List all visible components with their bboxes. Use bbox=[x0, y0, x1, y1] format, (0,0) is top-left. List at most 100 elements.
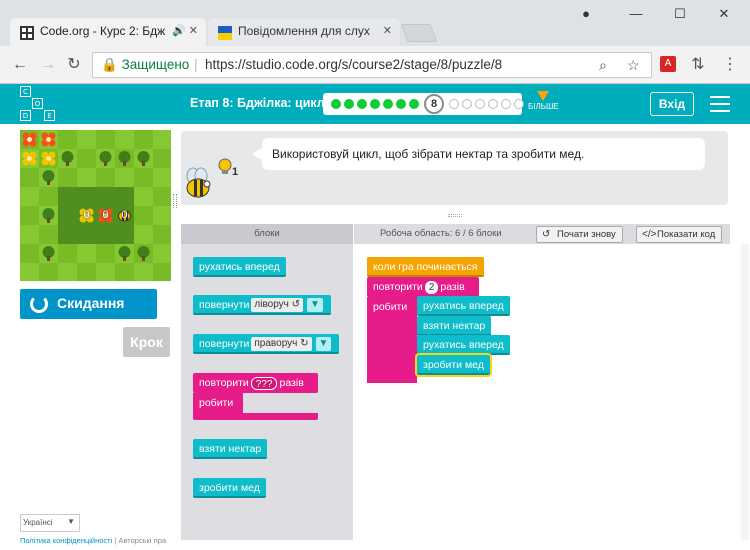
visualization-panel: 000 Скидання Крок Українсі ▼ Політика кон… bbox=[0, 124, 180, 550]
pdf-extension-icon[interactable]: A bbox=[660, 56, 676, 72]
maze-tile-grass bbox=[58, 244, 77, 263]
block-label: разів bbox=[440, 281, 465, 293]
toolbox-turn-left-block[interactable]: повернути ліворуч ↺ ▼ bbox=[193, 295, 331, 315]
direction-dropdown[interactable]: ліворуч ↺ bbox=[251, 298, 304, 313]
browser-tab-strip: Code.org - Курс 2: Бдж 🔊 ✕ Повідомлення … bbox=[0, 0, 750, 46]
dropdown-arrow-icon: ▼ bbox=[67, 517, 75, 526]
copyright-link[interactable]: Авторські пра bbox=[118, 536, 166, 545]
progress-dot-completed[interactable] bbox=[344, 99, 354, 109]
maze-tile-grass bbox=[20, 168, 39, 187]
red-flower-icon bbox=[20, 130, 39, 149]
site-header: C O D E Етап 8: Бджілка: цикли 8 БІЛЬШЕ … bbox=[0, 84, 750, 124]
program-move-forward-block[interactable]: рухатись вперед bbox=[417, 335, 510, 355]
address-bar[interactable]: 🔒 Защищено | https://studio.code.org/s/c… bbox=[92, 52, 652, 78]
maze-tile-grass bbox=[153, 206, 171, 225]
progress-dot-upcoming[interactable] bbox=[475, 99, 485, 109]
tab-close-icon[interactable]: 🔊 ✕ bbox=[172, 24, 198, 37]
maze-tile-grass bbox=[20, 225, 39, 244]
tab-code-org[interactable]: Code.org - Курс 2: Бдж 🔊 ✕ bbox=[10, 18, 206, 46]
reset-button[interactable]: Скидання bbox=[20, 289, 157, 319]
workspace-block-count: Робоча область: 6 / 6 блоки bbox=[380, 228, 502, 239]
instructions-text: Використовуй цикл, щоб зібрати нектар та… bbox=[272, 147, 585, 161]
blockly-workspace[interactable]: коли гра починається повторити 2 разів роб… bbox=[354, 244, 730, 540]
privacy-link[interactable]: Політика конфіденційності bbox=[20, 536, 112, 545]
maze-tile-grass bbox=[153, 225, 171, 244]
program-repeat-block[interactable]: повторити 2 разів bbox=[367, 277, 479, 297]
progress-dot-upcoming[interactable] bbox=[501, 99, 511, 109]
new-tab-button[interactable] bbox=[400, 24, 438, 42]
workspace-scrollbar[interactable] bbox=[741, 244, 749, 540]
tree-icon bbox=[39, 168, 58, 187]
close-window-icon[interactable]: ✕ bbox=[714, 6, 734, 22]
hamburger-menu-icon[interactable] bbox=[710, 96, 730, 112]
hint-count: 1 bbox=[232, 166, 239, 178]
progress-dot-upcoming[interactable] bbox=[449, 99, 459, 109]
forward-icon[interactable]: → bbox=[38, 56, 58, 74]
direction-dropdown[interactable]: праворуч ↻ bbox=[251, 337, 312, 352]
tab-notification[interactable]: Повідомлення для слух ✕ bbox=[208, 18, 400, 46]
maze-tile-grass bbox=[134, 206, 153, 225]
maze-tile-grass bbox=[39, 263, 58, 281]
site-favicon-icon bbox=[218, 26, 232, 40]
panel-resize-handle[interactable] bbox=[173, 194, 177, 208]
maze-tile-grass bbox=[153, 168, 171, 187]
maze-tile-grass bbox=[58, 168, 77, 187]
program-get-nectar-block[interactable]: взяти нектар bbox=[417, 316, 492, 336]
profile-icon[interactable]: ● bbox=[576, 6, 596, 21]
maze-tile-grass bbox=[20, 206, 39, 225]
progress-dot-completed[interactable] bbox=[396, 99, 406, 109]
progress-dot-completed[interactable] bbox=[331, 99, 341, 109]
maze-tile-path bbox=[96, 187, 115, 206]
progress-dot-upcoming[interactable] bbox=[514, 99, 524, 109]
progress-dot-completed[interactable] bbox=[370, 99, 380, 109]
bookmark-star-icon[interactable]: ☆ bbox=[627, 57, 640, 74]
menu-kebab-icon[interactable]: ⋮ bbox=[720, 56, 740, 74]
progress-dot-completed[interactable] bbox=[409, 99, 419, 109]
step-button[interactable]: Крок bbox=[123, 327, 170, 357]
more-stages[interactable]: БІЛЬШЕ bbox=[528, 91, 559, 111]
yellow-flower-icon bbox=[20, 149, 39, 168]
stage-title[interactable]: Етап 8: Бджілка: цикли bbox=[190, 96, 332, 110]
progress-dot-completed[interactable] bbox=[357, 99, 367, 109]
instructions-resize-handle[interactable] bbox=[448, 214, 462, 217]
toolbox-turn-right-block[interactable]: повернути праворуч ↻ ▼ bbox=[193, 334, 340, 354]
hint-lightbulb-icon[interactable] bbox=[218, 158, 232, 176]
tab-title: Code.org - Курс 2: Бдж bbox=[40, 24, 166, 38]
tree-icon bbox=[39, 244, 58, 263]
tab-close-icon[interactable]: ✕ bbox=[383, 24, 392, 37]
signin-button[interactable]: Вхід bbox=[650, 92, 694, 116]
maze-tile-grass bbox=[77, 244, 96, 263]
show-code-button[interactable]: </> Показати код bbox=[636, 226, 723, 243]
zoom-icon[interactable]: ⌕ bbox=[599, 57, 607, 74]
maximize-icon[interactable]: ☐ bbox=[670, 6, 690, 22]
maze-tile-path bbox=[77, 187, 96, 206]
progress-dot-upcoming[interactable] bbox=[462, 99, 472, 109]
progress-dot-upcoming[interactable] bbox=[488, 99, 498, 109]
minimize-icon[interactable]: — bbox=[626, 6, 646, 21]
maze-tile-path bbox=[96, 225, 115, 244]
toolbox-make-honey-block[interactable]: зробити мед bbox=[193, 478, 266, 498]
repeat-count-field[interactable]: 2 bbox=[424, 280, 439, 294]
back-icon[interactable]: ← bbox=[10, 56, 30, 74]
language-select[interactable]: Українсі ▼ bbox=[20, 514, 80, 532]
program-move-forward-block[interactable]: рухатись вперед bbox=[417, 296, 510, 316]
page: C O D E Етап 8: Бджілка: цикли 8 БІЛЬШЕ … bbox=[0, 84, 750, 550]
repeat-do-label: робити bbox=[373, 301, 408, 313]
reload-icon[interactable]: ↻ bbox=[64, 56, 84, 74]
sync-extension-icon[interactable]: ⇅ bbox=[688, 56, 708, 74]
when-run-block[interactable]: коли гра починається bbox=[367, 257, 484, 277]
maze-tile-grass bbox=[134, 225, 153, 244]
progress-dot-current[interactable]: 8 bbox=[424, 94, 444, 114]
maze-tile-grass bbox=[134, 168, 153, 187]
repeat-count-field[interactable]: ??? bbox=[250, 376, 278, 390]
progress-dot-completed[interactable] bbox=[383, 99, 393, 109]
code-org-logo[interactable]: C O D E bbox=[20, 86, 56, 122]
toolbox-get-nectar-block[interactable]: взяти нектар bbox=[193, 439, 268, 459]
maze-tile-grass bbox=[153, 187, 171, 206]
secure-indicator[interactable]: 🔒 Защищено bbox=[101, 57, 189, 73]
program-make-honey-block[interactable]: зробити мед bbox=[415, 353, 492, 377]
start-over-button[interactable]: ↺ Почати знову bbox=[536, 226, 623, 243]
toolbox-move-forward-block[interactable]: рухатись вперед bbox=[193, 257, 286, 277]
toolbox-header: блоки bbox=[181, 224, 353, 244]
toolbox-repeat-block[interactable]: повторити??? разів bbox=[193, 373, 318, 393]
